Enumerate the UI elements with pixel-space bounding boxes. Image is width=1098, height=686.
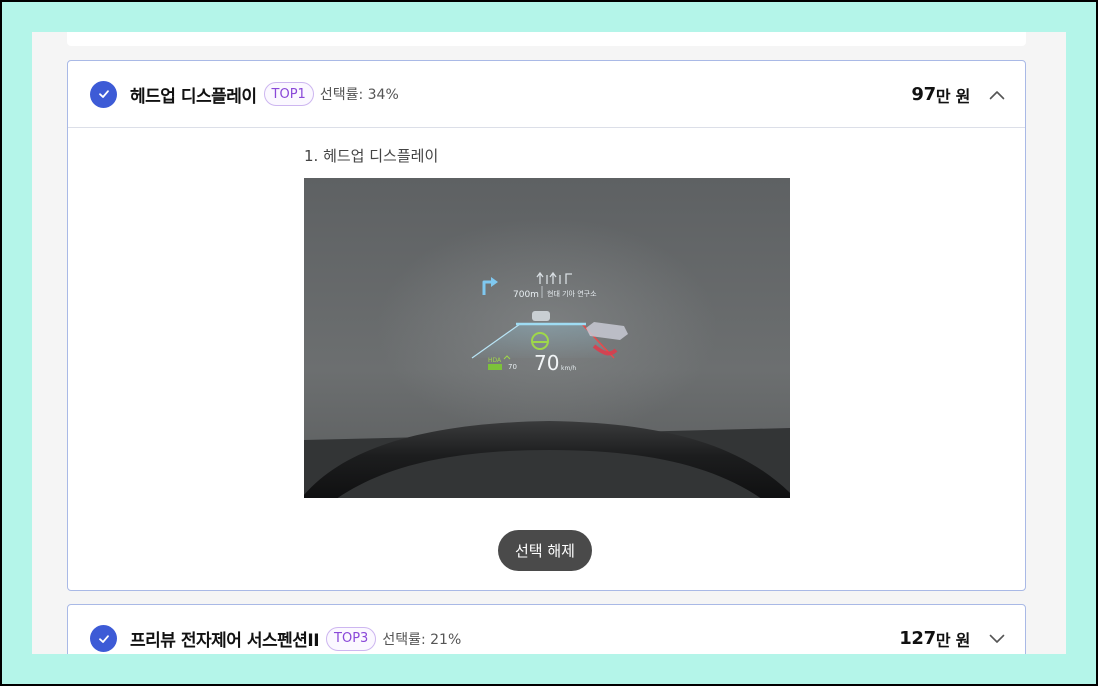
rank-badge: TOP3: [326, 626, 377, 651]
selection-rate: 선택률: 34%: [319, 87, 399, 103]
previous-option-card: [67, 32, 1026, 46]
hud-place: 현대 기아 연구소: [547, 289, 597, 298]
options-panel: 헤드업 디스플레이 TOP1 선택률: 34% 97 만 원 1. 헤드업 디스…: [32, 32, 1066, 654]
option-price: 127 만 원: [899, 605, 970, 654]
option-title: 프리뷰 전자제어 서스펜션II: [130, 631, 320, 651]
option-card-preview-suspension: 프리뷰 전자제어 서스펜션II TOP3 선택률: 21% 127 만 원: [67, 604, 1026, 654]
check-circle-icon[interactable]: [90, 80, 117, 108]
rank-badge: TOP1: [263, 82, 314, 106]
hud-set-speed: 70: [508, 363, 517, 371]
detail-label: 1. 헤드업 디스플레이: [304, 147, 439, 165]
hud-speed: 70: [534, 351, 559, 375]
chevron-up-icon[interactable]: [987, 85, 1007, 105]
option-card-head-up-display: 헤드업 디스플레이 TOP1 선택률: 34% 97 만 원 1. 헤드업 디스…: [67, 60, 1026, 591]
price-unit: 만 원: [935, 86, 970, 106]
price-number: 97: [911, 84, 936, 105]
head-up-display-image: 700m 현대 기아 연구소 HDA 70 70 km/h: [304, 178, 790, 498]
check-circle-icon[interactable]: [90, 625, 117, 652]
deselect-button[interactable]: 선택 해제: [498, 530, 592, 571]
hud-speed-unit: km/h: [561, 365, 576, 372]
price-number: 127: [899, 628, 936, 649]
hud-hda: HDA: [488, 357, 502, 364]
option-price: 97 만 원: [911, 61, 970, 128]
option-header[interactable]: 헤드업 디스플레이 TOP1 선택률: 34% 97 만 원: [68, 61, 1025, 128]
hud-distance: 700m: [513, 290, 539, 300]
price-unit: 만 원: [935, 630, 970, 650]
chevron-down-icon[interactable]: [987, 629, 1007, 649]
option-header[interactable]: 프리뷰 전자제어 서스펜션II TOP3 선택률: 21% 127 만 원: [68, 605, 1025, 654]
option-title: 헤드업 디스플레이: [130, 86, 257, 107]
selection-rate: 선택률: 21%: [382, 631, 462, 648]
